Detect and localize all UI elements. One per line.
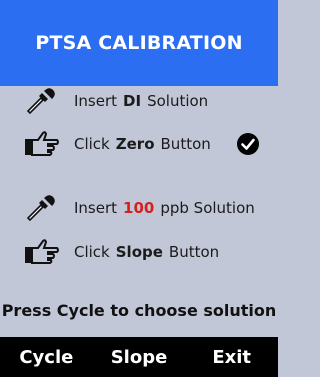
slope-button[interactable]: Slope	[93, 337, 186, 377]
step-click-zero: Click Zero Button	[24, 127, 211, 161]
pointing-hand-icon	[24, 127, 64, 161]
exit-button[interactable]: Exit	[185, 337, 278, 377]
step-highlight: Zero	[115, 135, 155, 153]
softkey-bar: Cycle Slope Exit	[0, 337, 278, 377]
step-highlight: Slope	[115, 243, 163, 261]
step-suffix: Button	[168, 243, 220, 261]
step-prefix: Click	[74, 135, 110, 153]
dropper-icon	[24, 84, 64, 118]
instruction-hint: Press Cycle to choose solution	[1, 301, 277, 320]
step-insert-di: Insert DI Solution	[24, 84, 208, 118]
step-suffix: ppb Solution	[160, 199, 255, 217]
step-suffix: Button	[160, 135, 211, 153]
checkmark-circle-icon	[237, 133, 259, 155]
step-click-slope: Click Slope Button	[24, 235, 219, 269]
calibration-screen: PTSA CALIBRATION Insert DI Solution Clic…	[0, 0, 278, 377]
page-title: PTSA CALIBRATION	[35, 32, 243, 54]
pointing-hand-icon	[24, 235, 64, 269]
step-suffix: Solution	[147, 92, 209, 110]
step-prefix: Insert	[74, 92, 118, 110]
step-prefix: Insert	[74, 199, 118, 217]
cycle-button[interactable]: Cycle	[0, 337, 93, 377]
title-bar: PTSA CALIBRATION	[0, 0, 278, 86]
step-highlight-value: 100	[123, 199, 155, 217]
step-insert-100ppb: Insert 100 ppb Solution	[24, 191, 255, 225]
step-highlight: DI	[123, 92, 142, 110]
step-prefix: Click	[74, 243, 110, 261]
dropper-icon	[24, 191, 64, 225]
